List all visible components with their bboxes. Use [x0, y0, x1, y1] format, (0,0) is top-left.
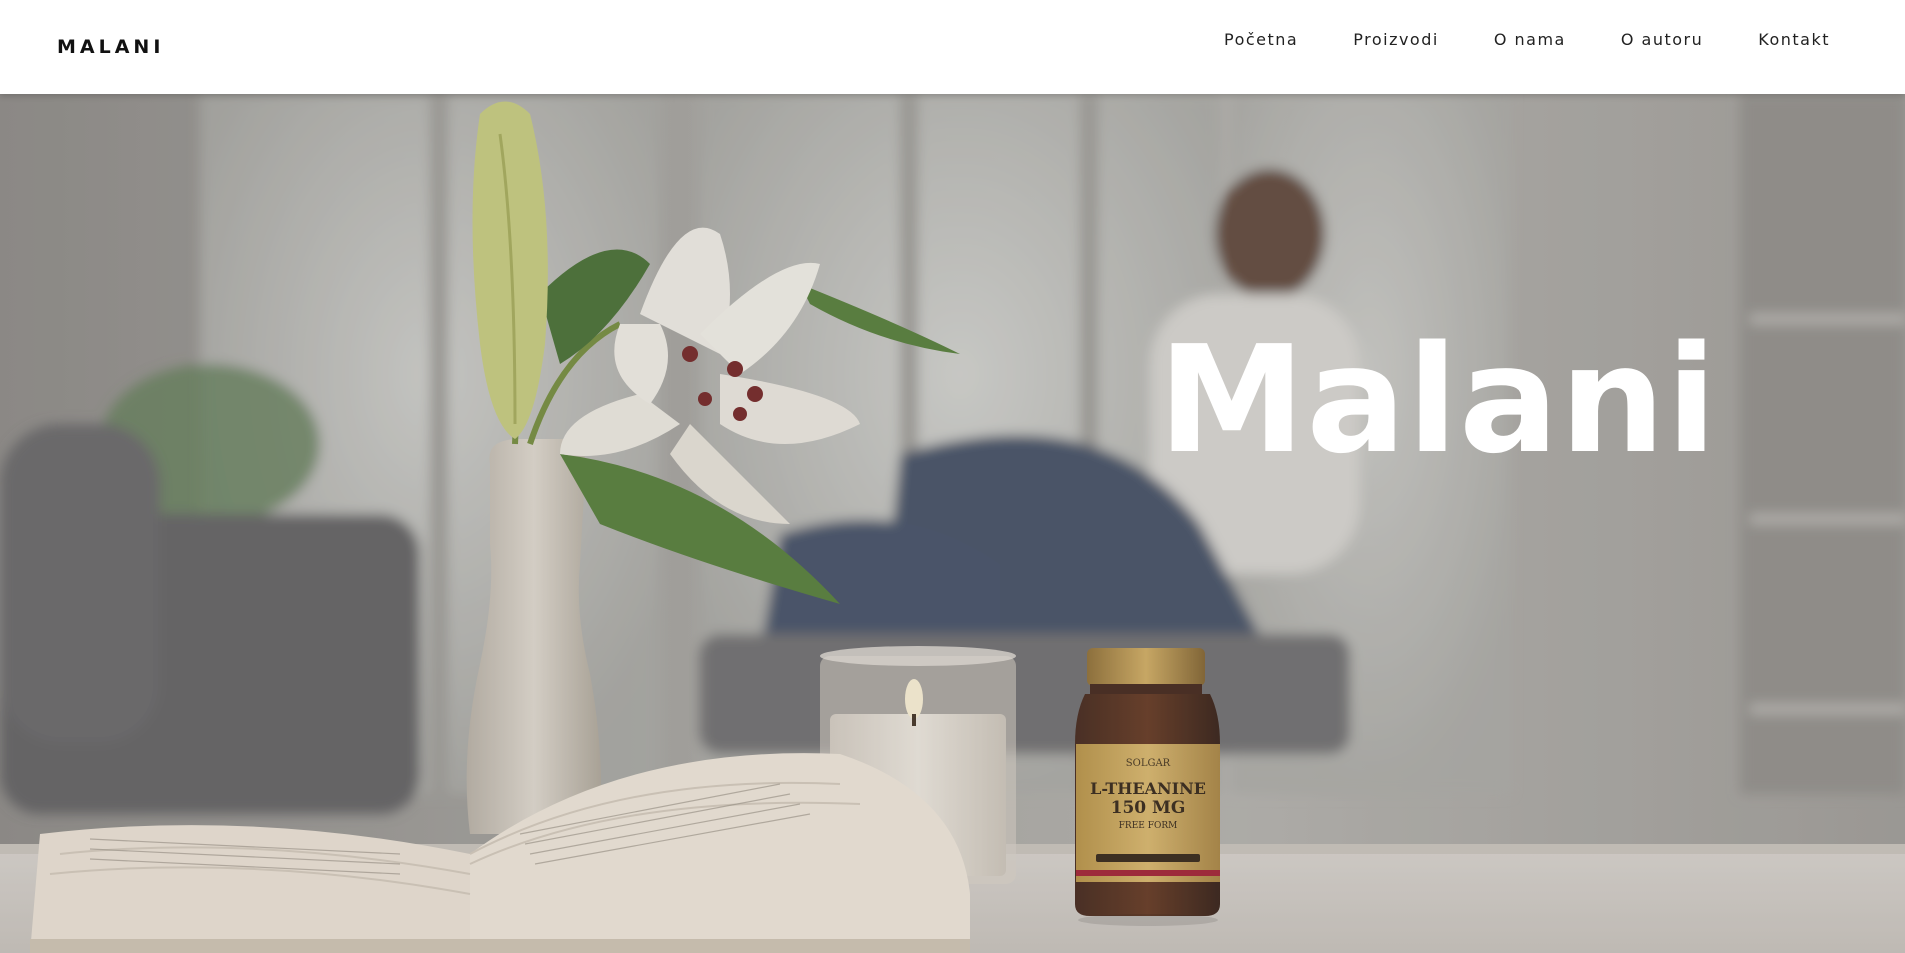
nav-item-kontakt[interactable]: Kontakt: [1758, 30, 1830, 49]
nav-item-o-autoru[interactable]: O autoru: [1621, 30, 1703, 49]
site-header: MALANI Početna Proizvodi O nama O autoru…: [0, 0, 1905, 94]
nav-item-proizvodi[interactable]: Proizvodi: [1353, 30, 1439, 49]
hero-title: Malani: [1158, 314, 1718, 486]
nav-item-pocetna[interactable]: Početna: [1224, 30, 1298, 49]
hero-section: SOLGAR L-THEANINE 150 MG FREE FORM Malan…: [0, 94, 1905, 953]
page: MALANI Početna Proizvodi O nama O autoru…: [0, 0, 1905, 953]
hero-background-image: SOLGAR L-THEANINE 150 MG FREE FORM: [0, 94, 1905, 953]
main-nav: Početna Proizvodi O nama O autoru Kontak…: [1169, 30, 1830, 49]
site-logo[interactable]: MALANI: [57, 36, 164, 58]
nav-item-o-nama[interactable]: O nama: [1494, 30, 1566, 49]
